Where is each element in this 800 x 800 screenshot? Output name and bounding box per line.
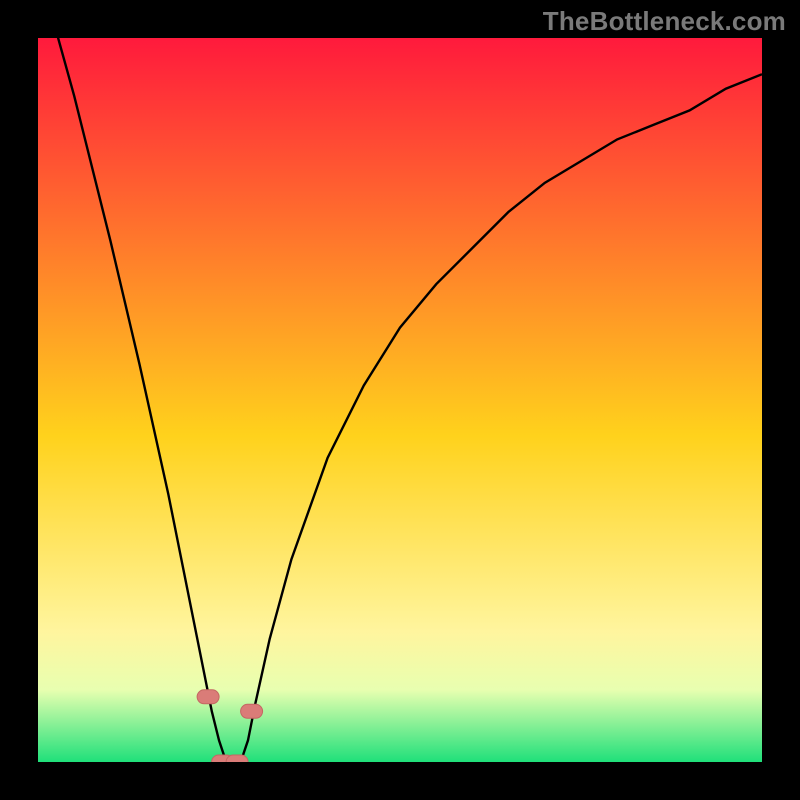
chart-frame: TheBottleneck.com <box>0 0 800 800</box>
plot-svg <box>38 38 762 762</box>
curve-marker <box>226 755 248 762</box>
curve-marker <box>241 704 263 718</box>
watermark-text: TheBottleneck.com <box>543 6 786 37</box>
plot-area <box>38 38 762 762</box>
curve-marker <box>197 690 219 704</box>
